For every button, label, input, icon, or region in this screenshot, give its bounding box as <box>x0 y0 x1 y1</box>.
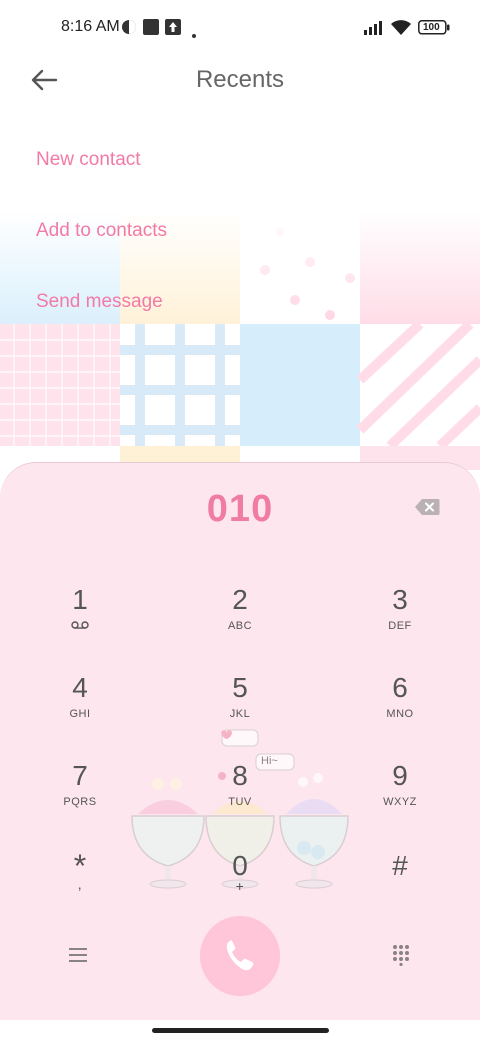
key-2[interactable]: 2 ABC <box>180 584 300 660</box>
phone-icon <box>226 940 254 971</box>
key-9[interactable]: 9 WXYZ <box>340 760 460 836</box>
key-digit: 5 <box>232 672 248 703</box>
menu-button[interactable] <box>68 946 88 969</box>
add-to-contacts-action[interactable]: Add to contacts <box>36 220 167 242</box>
key-letters: WXYZ <box>383 796 417 808</box>
key-1[interactable]: 1 <box>20 584 140 660</box>
key-digit: 7 <box>72 760 88 791</box>
key-digit: 3 <box>392 584 408 615</box>
key-digit: 9 <box>392 760 408 791</box>
key-digit: 4 <box>72 672 88 703</box>
upload-notification-icon <box>165 19 181 40</box>
key-digit: 6 <box>392 672 408 703</box>
key-digit: 1 <box>72 584 88 615</box>
key-letters: , <box>77 876 83 892</box>
call-button[interactable] <box>200 916 280 996</box>
menu-icon <box>69 948 87 962</box>
key-letters: TUV <box>228 796 252 808</box>
dialpad-icon <box>393 945 409 967</box>
key-5[interactable]: 5 JKL <box>180 672 300 748</box>
dialed-number: 010 <box>206 488 274 530</box>
key-letters: ABC <box>227 620 253 632</box>
data-saver-icon <box>121 19 137 40</box>
key-hash[interactable]: # <box>340 850 460 926</box>
key-letters: PQRS <box>63 796 97 808</box>
new-contact-action[interactable]: New contact <box>36 149 141 171</box>
signal-icon <box>364 19 386 40</box>
status-time: 8:16 AM <box>61 18 120 35</box>
key-letters: + <box>235 878 245 894</box>
key-6[interactable]: 6 MNO <box>340 672 460 748</box>
key-3[interactable]: 3 DEF <box>340 584 460 660</box>
battery-level: 100 <box>423 22 440 33</box>
send-message-action[interactable]: Send message <box>36 291 163 313</box>
key-letters: GHI <box>69 708 91 720</box>
key-0[interactable]: 0 + <box>180 850 300 926</box>
key-7[interactable]: 7 PQRS <box>20 760 140 836</box>
more-notifications-dot-icon <box>192 25 196 43</box>
backspace-button[interactable] <box>414 498 440 516</box>
key-letters: MNO <box>386 708 414 720</box>
app-notification-icon <box>143 19 159 40</box>
key-digit: # <box>392 850 408 881</box>
key-letters: DEF <box>388 620 412 632</box>
key-8[interactable]: 8 TUV <box>180 760 300 836</box>
key-digit: 8 <box>232 760 248 791</box>
status-bar: 8:16 AM 100 <box>0 0 480 56</box>
key-4[interactable]: 4 GHI <box>20 672 140 748</box>
page-title: Recents <box>195 66 285 93</box>
wifi-icon <box>390 19 412 41</box>
home-indicator[interactable] <box>152 1028 329 1033</box>
key-letters: JKL <box>229 708 251 720</box>
key-star[interactable]: * , <box>20 850 140 926</box>
dialpad-toggle-button[interactable] <box>392 944 410 971</box>
key-digit: 2 <box>232 584 248 615</box>
backspace-icon <box>415 499 440 515</box>
voicemail-icon <box>20 620 140 632</box>
